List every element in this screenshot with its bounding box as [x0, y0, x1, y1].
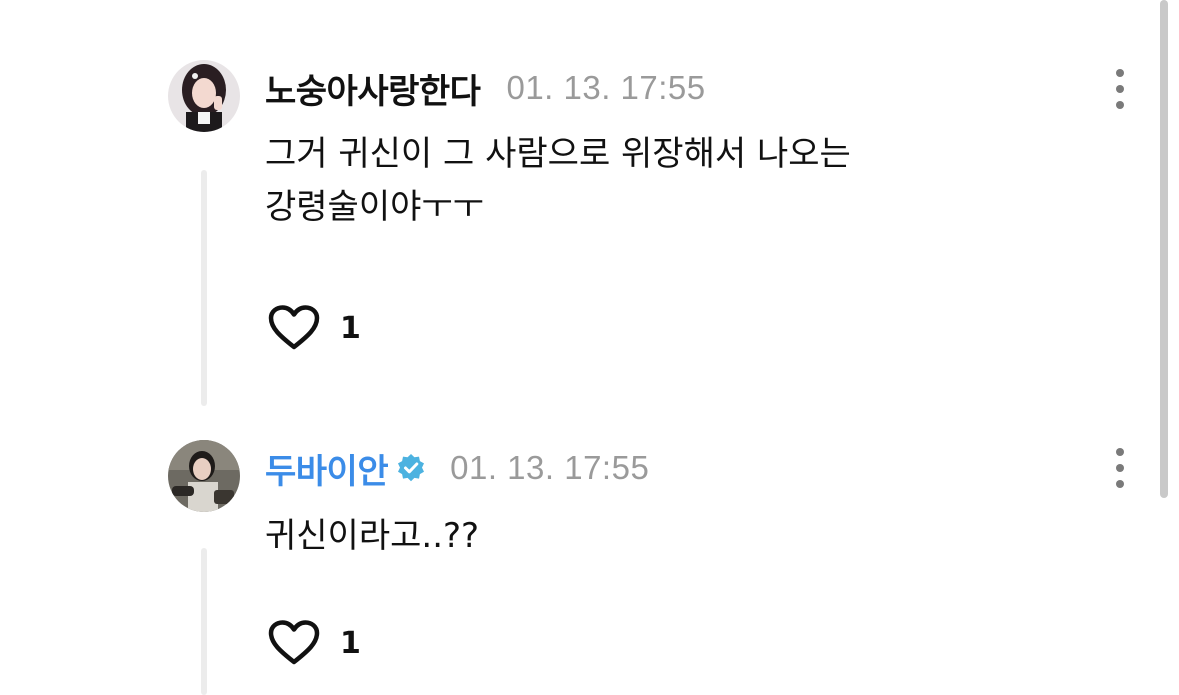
author-name[interactable]: 두바이안 [265, 444, 389, 493]
comment-text: 그거 귀신이 그 사람으로 위장해서 나오는 강령술이야ㅜㅜ [265, 128, 851, 234]
comment-thread-page: 노숭아사랑한다 01. 13. 17:55 그거 귀신이 그 사람으로 위장해서… [0, 0, 1179, 695]
thread-line [201, 170, 207, 406]
heart-icon [268, 305, 320, 350]
more-options-button[interactable] [1108, 69, 1132, 109]
comment-text-line: 강령술이야ㅜㅜ [265, 187, 484, 227]
author-name[interactable]: 노숭아사랑한다 [265, 64, 481, 113]
comment-text: 귀신이라고..?? [265, 510, 479, 563]
verified-badge-icon [398, 454, 425, 482]
more-vertical-icon [1116, 448, 1124, 456]
avatar[interactable] [168, 60, 240, 132]
like-button[interactable]: 1 [268, 305, 361, 351]
scrollbar[interactable] [1160, 0, 1168, 498]
avatar[interactable] [168, 440, 240, 512]
comment-header: 노숭아사랑한다 01. 13. 17:55 [265, 64, 706, 113]
more-options-button[interactable] [1108, 448, 1132, 488]
timestamp: 01. 13. 17:55 [506, 69, 706, 106]
thread-line [201, 548, 207, 695]
comment-header: 두바이안 01. 13. 17:55 [265, 444, 650, 493]
more-vertical-icon [1116, 69, 1124, 77]
comment-text-line: 귀신이라고..?? [265, 516, 480, 556]
timestamp: 01. 13. 17:55 [450, 449, 650, 486]
heart-icon [268, 620, 320, 665]
like-count: 1 [340, 310, 361, 346]
comment-text-line: 그거 귀신이 그 사람으로 위장해서 나오는 [265, 134, 851, 174]
like-count: 1 [340, 625, 361, 661]
like-button[interactable]: 1 [268, 620, 361, 666]
